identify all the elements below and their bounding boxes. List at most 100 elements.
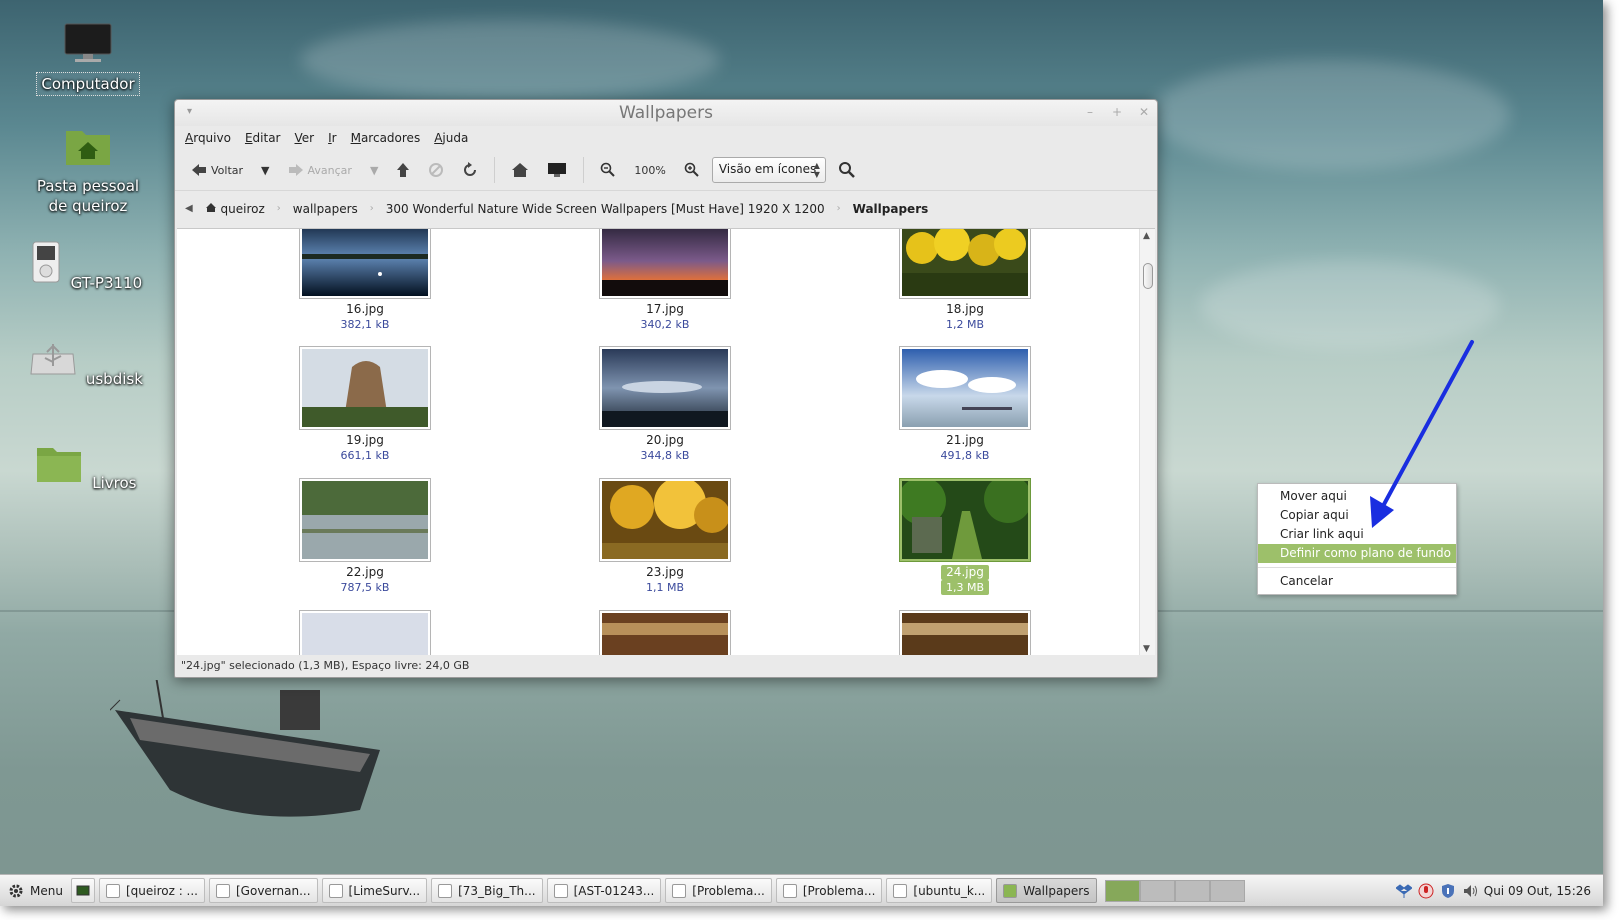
arrow-up-icon [397, 163, 410, 177]
breadcrumb-item-wallpapers[interactable]: wallpapers [289, 200, 362, 218]
desktop-icon-usbdisk[interactable]: usbdisk [28, 340, 148, 390]
task-wallpapers[interactable]: Wallpapers [996, 878, 1097, 903]
desktop-icon-gt-p3110[interactable]: GT-P3110 [28, 240, 148, 294]
file-item-18[interactable]: 18.jpg 1,2 MB [865, 229, 1065, 332]
workspace-1[interactable] [1104, 879, 1140, 902]
arrow-left-icon [192, 164, 206, 176]
file-item-23[interactable]: 23.jpg 1,1 MB [565, 478, 765, 595]
task-terminal[interactable]: [queiroz : ... [98, 878, 205, 903]
start-menu-button[interactable]: Menu [0, 877, 71, 905]
scroll-down-icon[interactable]: ▼ [1143, 644, 1150, 654]
back-history-dropdown[interactable]: ▼ [255, 155, 275, 185]
menu-item-cancel[interactable]: Cancelar [1258, 572, 1456, 591]
file-size: 344,8 kB [640, 449, 690, 462]
menu-item-link-here[interactable]: Criar link aqui [1258, 525, 1456, 544]
file-item-21[interactable]: 21.jpg 491,8 kB [865, 346, 1065, 463]
task-label: [ubuntu_k... [913, 883, 986, 898]
volume-icon[interactable] [1462, 883, 1478, 899]
bottom-panel: Menu [queiroz : ... [Governan... [LimeSu… [0, 874, 1603, 906]
file-item-partial[interactable] [265, 610, 465, 655]
menu-ajuda[interactable]: Ajuda [434, 131, 468, 145]
task-problema-2[interactable]: [Problema... [775, 878, 883, 903]
maximize-icon[interactable]: + [1110, 105, 1124, 119]
breadcrumb-left-arrow-icon[interactable]: ◀ [185, 203, 193, 214]
reload-button[interactable] [456, 155, 484, 185]
desktop-icon-computer[interactable]: Computador [28, 22, 148, 96]
thumbnail [899, 478, 1031, 562]
close-icon[interactable]: ✕ [1137, 105, 1151, 119]
terminal-icon [105, 883, 120, 898]
home-button[interactable] [505, 155, 535, 185]
menu-ir[interactable]: Ir [328, 131, 336, 145]
stop-icon [429, 163, 444, 177]
status-bar: "24.jpg" selecionado (1,3 MB), Espaço li… [181, 659, 470, 672]
microphone-icon[interactable] [1418, 883, 1434, 899]
thumbnail [599, 346, 731, 430]
menu-marcadores[interactable]: Marcadores [351, 131, 421, 145]
shield-icon[interactable] [1440, 883, 1456, 899]
file-manager-window: ▾ Wallpapers – + ✕ Arquivo Editar Ver Ir… [174, 99, 1158, 678]
breadcrumb-item-collection[interactable]: 300 Wonderful Nature Wide Screen Wallpap… [382, 200, 829, 218]
pdf-icon [553, 883, 568, 898]
menu-item-move-here[interactable]: Mover aqui [1258, 487, 1456, 506]
file-item-24[interactable]: 24.jpg 1,3 MB [865, 478, 1065, 595]
breadcrumb-separator: › [836, 203, 841, 214]
desktop-icon-home[interactable]: Pasta pessoal de queiroz [28, 125, 148, 217]
file-item-19[interactable]: 19.jpg 661,1 kB [265, 346, 465, 463]
toolbar-separator [494, 157, 496, 183]
vertical-scrollbar[interactable]: ▲ ▼ [1139, 229, 1155, 655]
menu-item-set-as-wallpaper[interactable]: Definir como plano de fundo [1258, 544, 1456, 563]
thumbnail [299, 229, 431, 299]
file-item-22[interactable]: 22.jpg 787,5 kB [265, 478, 465, 595]
up-button[interactable] [390, 155, 416, 185]
file-item-17[interactable]: 17.jpg 340,2 kB [565, 229, 765, 332]
task-label: [queiroz : ... [125, 883, 198, 898]
zoom-in-button[interactable] [678, 155, 706, 185]
menu-ver[interactable]: Ver [295, 131, 315, 145]
gear-icon [9, 884, 23, 897]
computer-button[interactable] [541, 155, 573, 185]
clock[interactable]: Qui 09 Out, 15:26 [1484, 884, 1591, 898]
file-size: 1,3 MB [940, 580, 990, 595]
show-desktop-button[interactable] [70, 878, 95, 903]
window-titlebar[interactable]: ▾ Wallpapers – + ✕ [175, 100, 1157, 126]
file-item-16[interactable]: 16.jpg 382,1 kB [265, 229, 465, 332]
file-icon-view[interactable]: 16.jpg 382,1 kB 17.jpg 340,2 kB 18.jpg 1… [177, 228, 1155, 655]
menu-arquivo[interactable]: Arquivo [185, 131, 231, 145]
home-icon [512, 163, 529, 177]
menu-item-copy-here[interactable]: Copiar aqui [1258, 506, 1456, 525]
task-document-big[interactable]: [73_Big_Th... [431, 878, 543, 903]
file-item-partial[interactable] [865, 610, 1065, 655]
forward-history-dropdown[interactable]: ▼ [364, 155, 384, 185]
task-chrome-governance[interactable]: [Governan... [209, 878, 318, 903]
zoom-in-icon [684, 162, 699, 177]
breadcrumb-item-queiroz[interactable]: queiroz [201, 200, 269, 218]
scroll-up-icon[interactable]: ▲ [1143, 231, 1150, 241]
view-mode-select[interactable]: Visão em ícones ▲ ▼ [711, 157, 826, 183]
file-item-20[interactable]: 20.jpg 344,8 kB [565, 346, 765, 463]
desktop-icon-livros[interactable]: Livros [28, 442, 148, 494]
boat-image [110, 680, 380, 817]
breadcrumb-item-current[interactable]: Wallpapers [849, 200, 933, 218]
search-button[interactable] [832, 155, 862, 185]
task-label: Wallpapers [1023, 883, 1090, 898]
workspace-4[interactable] [1209, 879, 1245, 902]
forward-button[interactable]: Avançar [282, 155, 358, 185]
workspace-3[interactable] [1174, 879, 1210, 902]
workspace-2[interactable] [1139, 879, 1175, 902]
stop-button[interactable] [422, 155, 450, 185]
task-pdf-ast[interactable]: [AST-01243... [546, 878, 662, 903]
minimize-icon[interactable]: – [1083, 105, 1097, 119]
dropbox-icon[interactable] [1395, 883, 1412, 899]
file-item-partial[interactable] [565, 610, 765, 655]
zoom-out-button[interactable] [594, 155, 622, 185]
system-tray: Qui 09 Out, 15:26 [1395, 883, 1603, 899]
sky-cloud [1200, 260, 1500, 350]
task-chrome-limesurvey[interactable]: [LimeSurv... [321, 878, 428, 903]
task-ubuntu[interactable]: [ubuntu_k... [886, 878, 993, 903]
task-problema-1[interactable]: [Problema... [665, 878, 772, 903]
desktop: Computador Pasta pessoal de queiroz GT-P… [0, 0, 1603, 906]
back-button[interactable]: Voltar [185, 155, 249, 185]
menu-editar[interactable]: Editar [245, 131, 281, 145]
scrollbar-thumb[interactable] [1143, 263, 1153, 289]
